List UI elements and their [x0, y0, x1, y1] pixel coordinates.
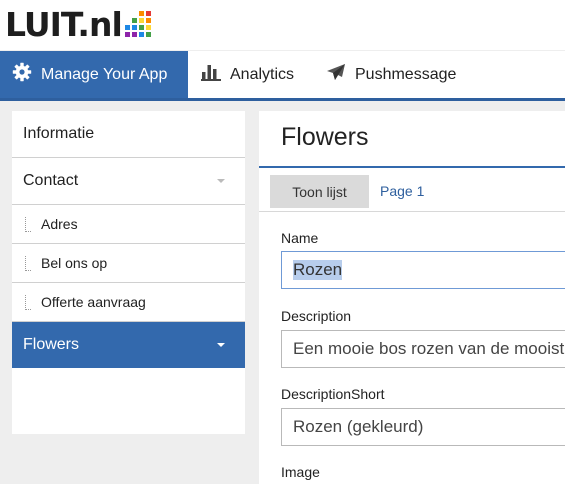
bar-chart-icon: [201, 63, 221, 86]
equalizer-logo-icon: [124, 9, 151, 37]
tab-label: Pushmessage: [355, 65, 457, 83]
name-field-value: Rozen: [293, 260, 343, 280]
chevron-down-icon[interactable]: [217, 343, 225, 347]
equalizer-col: [138, 11, 144, 37]
sidebar: Informatie Contact Adres Bel ons op Offe…: [12, 111, 245, 434]
page-1-link[interactable]: Page 1: [380, 183, 424, 199]
sidebar-item-label: Flowers: [23, 336, 80, 353]
tree-connector: [25, 217, 31, 232]
tab-pushmessage[interactable]: Pushmessage: [326, 51, 456, 98]
tab-label: Manage Your App: [41, 65, 168, 83]
description-short-label: DescriptionShort: [281, 386, 385, 402]
sidebar-item-label: Adres: [41, 216, 78, 232]
show-list-button[interactable]: Toon lijst: [270, 175, 369, 208]
sidebar-item-informatie[interactable]: Informatie: [12, 111, 245, 158]
equalizer-col: [131, 18, 137, 37]
tab-analytics[interactable]: Analytics: [201, 51, 294, 98]
sidebar-item-label: Contact: [23, 172, 79, 189]
description-label: Description: [281, 308, 352, 324]
tab-divider: [259, 211, 565, 212]
sidebar-item-label: Offerte aanvraag: [41, 294, 146, 310]
header-bar: LUIT.nl: [0, 0, 565, 50]
tab-label: Analytics: [230, 65, 295, 83]
page-title: Flowers: [281, 123, 369, 151]
sidebar-item-bel-ons-op[interactable]: Bel ons op: [12, 244, 245, 283]
sidebar-item-label: Bel ons op: [41, 255, 108, 271]
name-label: Name: [281, 230, 319, 246]
description-field[interactable]: Een mooie bos rozen van de mooiste: [281, 330, 565, 368]
chevron-down-icon[interactable]: [217, 179, 225, 183]
paper-plane-icon: [326, 63, 346, 86]
description-short-field[interactable]: Rozen (gekleurd): [281, 408, 565, 446]
equalizer-col: [124, 25, 130, 37]
sidebar-item-flowers[interactable]: Flowers: [12, 322, 245, 368]
sidebar-item-offerte-aanvraag[interactable]: Offerte aanvraag: [12, 283, 245, 322]
title-divider: [259, 166, 565, 168]
description-short-field-value: Rozen (gekleurd): [293, 417, 424, 436]
tree-connector: [25, 295, 31, 310]
logo[interactable]: LUIT.nl: [5, 6, 151, 44]
name-field[interactable]: Rozen: [281, 251, 565, 289]
sidebar-item-contact[interactable]: Contact: [12, 158, 245, 205]
gear-icon: [12, 62, 32, 87]
main-panel: Flowers Toon lijst Page 1 Name Rozen Des…: [259, 111, 565, 484]
main-nav: Manage Your App Analytics Pushmessage: [0, 51, 565, 101]
logo-text: LUIT.nl: [5, 5, 123, 44]
equalizer-col: [145, 11, 151, 37]
tab-manage-your-app[interactable]: Manage Your App: [0, 51, 188, 98]
sidebar-item-label: Informatie: [23, 125, 95, 142]
tree-connector: [25, 256, 31, 271]
sidebar-item-adres[interactable]: Adres: [12, 205, 245, 244]
image-label: Image: [281, 464, 320, 480]
description-field-value: Een mooie bos rozen van de mooiste: [293, 339, 565, 358]
